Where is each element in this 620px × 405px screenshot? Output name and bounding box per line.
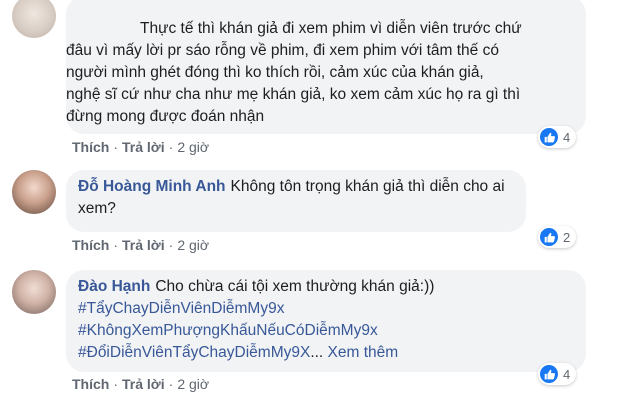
avatar[interactable]: [12, 0, 56, 38]
comment-author[interactable]: Đỗ Hoàng Minh Anh: [78, 178, 226, 195]
separator: ·: [113, 237, 119, 253]
like-link[interactable]: Thích: [72, 139, 109, 155]
comment-text-line: đừng mong được đoán nhận: [66, 108, 265, 125]
reaction-summary[interactable]: 2: [538, 226, 577, 248]
reaction-summary[interactable]: 4: [538, 363, 577, 385]
reply-link[interactable]: Trả lời: [122, 139, 165, 155]
timestamp[interactable]: 2 giờ: [177, 139, 209, 155]
comment-bubble: Thực tế thì khán giả đi xem phim vì diễn…: [66, 0, 586, 134]
comment-actions: Thích · Trả lời · 2 giờ: [72, 376, 209, 392]
comment-text: Cho chừa cái tội xem thường khán giả:)): [155, 278, 435, 295]
reaction-count: 4: [563, 129, 571, 145]
reply-link[interactable]: Trả lời: [122, 376, 165, 392]
separator: ·: [168, 376, 174, 392]
like-link[interactable]: Thích: [72, 237, 109, 253]
reaction-count: 4: [563, 366, 571, 382]
comment-actions: Thích · Trả lời · 2 giờ: [72, 139, 209, 155]
comment-bubble: Đỗ Hoàng Minh Anh Không tôn trọng khán gi…: [66, 170, 526, 232]
comment-bubble: Đào Hạnh Cho chừa cái tội xem thường khán…: [66, 270, 586, 372]
hashtag-link[interactable]: #ĐổiDiễnViênTẩyChayDiễmMy9X: [78, 344, 310, 361]
like-icon: [540, 128, 558, 146]
separator: ·: [168, 237, 174, 253]
separator: ·: [113, 376, 119, 392]
comment-text-line: nghệ sĩ cứ như cha như mẹ khán giả, ko x…: [66, 86, 521, 103]
hashtag-link[interactable]: #TẩyChayDiễnViênDiễmMy9x: [78, 298, 574, 320]
comment-actions: Thích · Trả lời · 2 giờ: [72, 237, 209, 253]
separator: ·: [168, 139, 174, 155]
avatar[interactable]: [12, 170, 56, 214]
reaction-summary[interactable]: 4: [538, 126, 577, 148]
see-more-link[interactable]: Xem thêm: [328, 344, 399, 361]
timestamp[interactable]: 2 giờ: [177, 237, 209, 253]
like-icon: [540, 365, 558, 383]
reaction-count: 2: [563, 229, 571, 245]
comment-text-line: người mình ghét đóng thì ko thích rồi, c…: [66, 64, 484, 81]
comment-text-line: đâu vì mấy lời pr sáo rỗng về phim, đi x…: [66, 42, 499, 59]
reply-link[interactable]: Trả lời: [122, 237, 165, 253]
like-icon: [540, 228, 558, 246]
timestamp[interactable]: 2 giờ: [177, 376, 209, 392]
like-link[interactable]: Thích: [72, 376, 109, 392]
avatar[interactable]: [12, 270, 56, 314]
comment-author[interactable]: Đào Hạnh: [78, 278, 150, 295]
separator: ·: [113, 139, 119, 155]
hashtag-link[interactable]: #KhôngXemPhượngKhấuNếuCóDiễmMy9x: [78, 320, 574, 342]
comment-text-line: Thực tế thì khán giả đi xem phim vì diễn…: [140, 20, 522, 37]
ellipsis: ...: [310, 344, 324, 361]
